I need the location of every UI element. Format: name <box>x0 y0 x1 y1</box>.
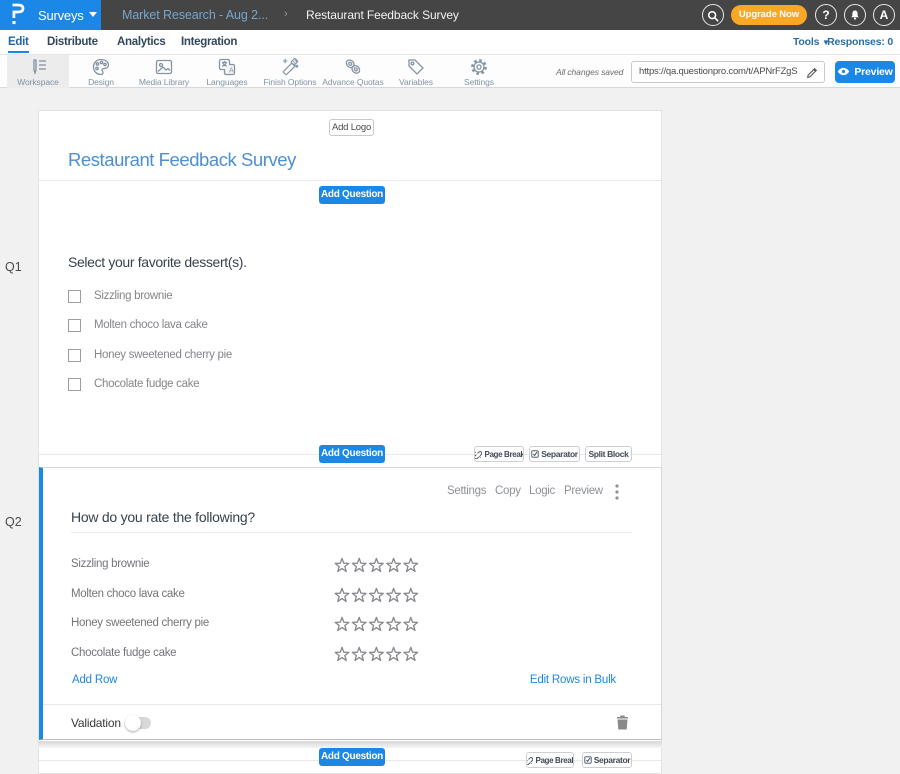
svg-text:A: A <box>229 68 234 75</box>
